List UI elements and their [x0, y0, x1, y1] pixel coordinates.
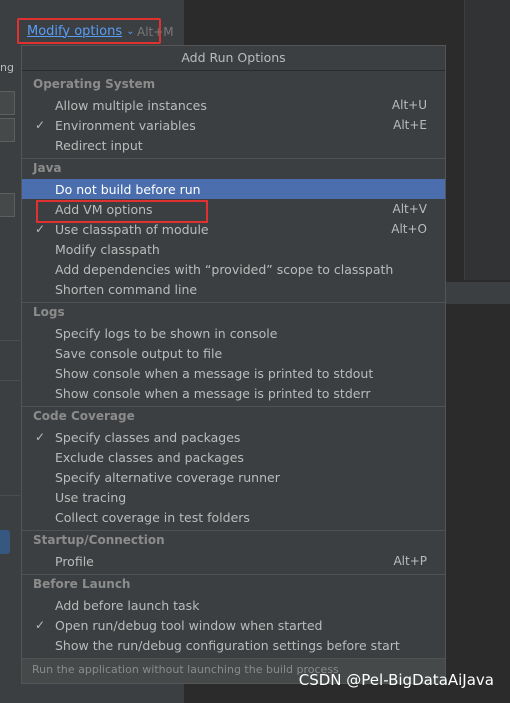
menu-item-label: Environment variables: [55, 117, 196, 133]
check-icon: ✓: [35, 118, 46, 132]
menu-item[interactable]: Add dependencies with “provided” scope t…: [22, 259, 445, 279]
section-separator: [22, 530, 445, 531]
section-header: Operating System: [33, 77, 156, 91]
popup-title: Add Run Options: [22, 46, 445, 71]
section-header: Before Launch: [33, 577, 131, 591]
menu-item[interactable]: Exclude classes and packages: [22, 447, 445, 467]
left-divider-2: [0, 380, 20, 381]
add-vm-options-highlight: [36, 200, 208, 223]
menu-item[interactable]: Save console output to file: [22, 343, 445, 363]
menu-item-label: Allow multiple instances: [55, 97, 207, 113]
menu-item[interactable]: Specify logs to be shown in console: [22, 323, 445, 343]
menu-item-label: Profile: [55, 553, 94, 569]
section-header: Logs: [33, 305, 65, 319]
left-field-2[interactable]: [0, 118, 15, 142]
menu-item-shortcut: Alt+E: [393, 118, 427, 132]
menu-item[interactable]: ✓ Specify classes and packages: [22, 427, 445, 447]
section-separator: [22, 574, 445, 575]
menu-item[interactable]: Profile Alt+P: [22, 551, 445, 571]
left-field-3[interactable]: [0, 193, 15, 217]
section-header: Java: [33, 161, 62, 175]
menu-item-shortcut: Alt+V: [392, 202, 427, 216]
menu-item-label: Show console when a message is printed t…: [55, 365, 374, 381]
menu-item[interactable]: Add before launch task: [22, 595, 445, 615]
menu-item[interactable]: Modify classpath: [22, 239, 445, 259]
menu-item[interactable]: Allow multiple instances Alt+U: [22, 95, 445, 115]
menu-item-shortcut: Alt+O: [391, 222, 427, 236]
menu-item-label: Collect coverage in test folders: [55, 509, 250, 525]
menu-item-label: Redirect input: [55, 137, 143, 153]
menu-item-label: Shorten command line: [55, 281, 198, 297]
check-icon: ✓: [35, 222, 46, 236]
menu-item-label: Specify classes and packages: [55, 429, 241, 445]
menu-item-label: Use classpath of module: [55, 221, 209, 237]
menu-item-label: Save console output to file: [55, 345, 223, 361]
menu-item-label: Show console when a message is printed t…: [55, 385, 371, 401]
menu-item-label: Specify alternative coverage runner: [55, 469, 280, 485]
menu-item-shortcut: Alt+U: [391, 98, 427, 112]
left-primary-button[interactable]: [0, 530, 10, 554]
menu-item[interactable]: ✓ Environment variables Alt+E: [22, 115, 445, 135]
menu-item-label: Use tracing: [55, 489, 127, 505]
section-separator: [22, 302, 445, 303]
menu-item[interactable]: Show console when a message is printed t…: [22, 363, 445, 383]
menu-item[interactable]: Show the run/debug configuration setting…: [22, 635, 445, 655]
menu-item[interactable]: Collect coverage in test folders: [22, 507, 445, 527]
add-run-options-popup: Add Run Options Operating System Allow mu…: [21, 45, 446, 684]
menu-item-label: Specify logs to be shown in console: [55, 325, 278, 341]
menu-item-label: Modify classpath: [55, 241, 160, 257]
left-divider-1: [0, 340, 20, 341]
editor-band: [446, 282, 510, 304]
watermark: CSDN @Pel-BigDataAiJava: [298, 671, 494, 689]
menu-item[interactable]: Redirect input: [22, 135, 445, 155]
menu-item-label: Exclude classes and packages: [55, 449, 244, 465]
menu-item-shortcut: Alt+P: [393, 554, 427, 568]
modify-options-label: Modify options: [27, 23, 123, 39]
menu-item[interactable]: Use tracing: [22, 487, 445, 507]
menu-item-label: Add dependencies with “provided” scope t…: [55, 261, 394, 277]
menu-item[interactable]: Show console when a message is printed t…: [22, 383, 445, 403]
check-icon: ✓: [35, 618, 46, 632]
check-icon: ✓: [35, 430, 46, 444]
menu-item-label: Show the run/debug configuration setting…: [55, 637, 400, 653]
modify-options-shortcut: Alt+M: [137, 25, 174, 39]
menu-item-label: Do not build before run: [55, 181, 201, 197]
section-separator: [22, 406, 445, 407]
menu-item[interactable]: Do not build before run: [22, 179, 445, 199]
section-separator: [22, 158, 445, 159]
editor-side-strip: [464, 0, 510, 280]
section-header: Startup/Connection: [33, 533, 165, 547]
menu-item-label: Open run/debug tool window when started: [55, 617, 323, 633]
chevron-down-icon: ⌄: [126, 25, 135, 37]
menu-item-label: Add before launch task: [55, 597, 200, 613]
menu-item[interactable]: Specify alternative coverage runner: [22, 467, 445, 487]
menu-item[interactable]: ✓ Open run/debug tool window when started: [22, 615, 445, 635]
left-field-1[interactable]: [0, 91, 15, 115]
section-header: Code Coverage: [33, 409, 135, 423]
menu-item[interactable]: Shorten command line: [22, 279, 445, 299]
left-partial-text: ng: [0, 61, 14, 74]
left-divider-3: [0, 495, 20, 496]
